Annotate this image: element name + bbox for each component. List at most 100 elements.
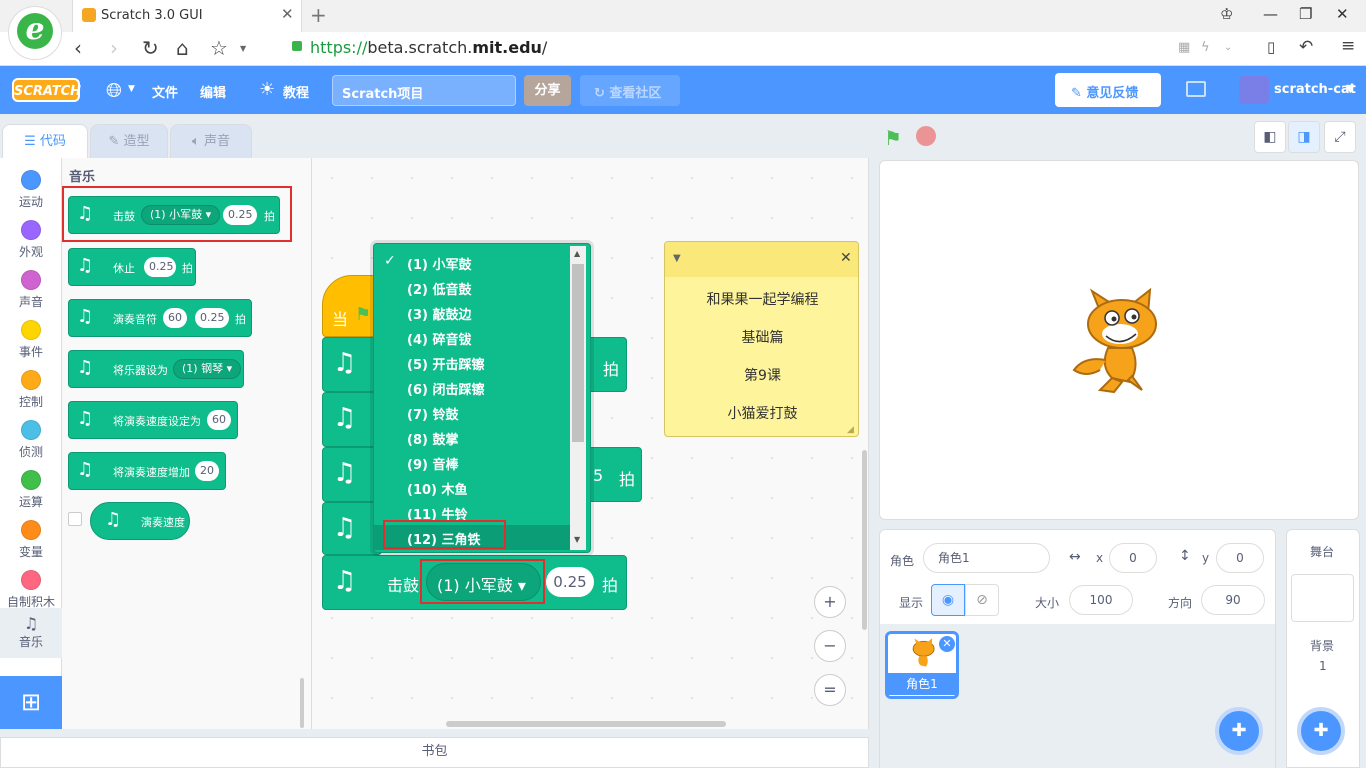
category-looks[interactable]: 外观 [0, 212, 62, 262]
add-sprite-button[interactable]: ✚ [1215, 707, 1263, 755]
close-window-icon[interactable]: ✕ [1336, 5, 1349, 23]
note-collapse-icon[interactable]: ▼ [673, 253, 681, 264]
beats-field[interactable]: 0.25 [546, 567, 594, 597]
scroll-down-icon[interactable]: ▼ [574, 535, 580, 544]
account-chevron-icon[interactable]: ▼ [1346, 82, 1354, 95]
language-chevron-icon[interactable]: ▼ [128, 84, 135, 94]
tempo-input[interactable]: 60 [207, 410, 231, 430]
workspace-horizontal-scrollbar[interactable] [446, 721, 726, 727]
instrument-dropdown[interactable]: (1) 钢琴 ▾ [173, 359, 242, 379]
shirt-icon[interactable]: ♔ [1220, 5, 1233, 23]
url-field[interactable] [282, 4, 1162, 30]
category-my-blocks[interactable]: 自制积木 [0, 562, 62, 612]
dropdown-item[interactable]: (4) 碎音钹 [374, 325, 570, 350]
dropdown-item[interactable]: (7) 铃鼓 [374, 400, 570, 425]
scroll-up-icon[interactable]: ▲ [574, 249, 580, 258]
workspace-vertical-scrollbar[interactable] [862, 450, 867, 630]
restore-icon[interactable]: ❐ [1299, 5, 1312, 23]
large-stage-button[interactable]: ◨ [1288, 121, 1320, 153]
hide-sprite-button[interactable]: ⊘ [965, 584, 999, 616]
menu-icon[interactable]: ≡ [1341, 36, 1355, 56]
tempo-change-input[interactable]: 20 [195, 461, 219, 481]
zoom-in-button[interactable]: + [814, 586, 846, 618]
y-field[interactable]: 0 [1216, 543, 1264, 573]
tab-costumes[interactable]: ✎ 造型 [90, 124, 168, 158]
rest-beats-input[interactable]: 0.25 [144, 257, 176, 277]
block-play-note[interactable]: ♫ 演奏音符 60 0.25 拍 [68, 299, 252, 337]
add-extension-button[interactable]: ⊞ [0, 676, 62, 729]
reload-icon[interactable]: ↻ [142, 36, 159, 60]
stop-button[interactable] [916, 126, 936, 146]
direction-field[interactable]: 90 [1201, 585, 1265, 615]
file-menu[interactable]: 文件 [152, 82, 178, 101]
category-variables[interactable]: 变量 [0, 512, 62, 562]
x-field[interactable]: 0 [1109, 543, 1157, 573]
scratch-cat-sprite[interactable] [1070, 286, 1170, 396]
stage-thumbnail[interactable] [1291, 574, 1354, 622]
backpack-bar[interactable]: 书包 [0, 737, 869, 768]
favorite-chevron-icon[interactable]: ▼ [240, 44, 246, 53]
note-beats-input[interactable]: 0.25 [195, 308, 229, 328]
tutorials-menu[interactable]: 教程 [283, 82, 309, 101]
note-input[interactable]: 60 [163, 308, 187, 328]
category-sound[interactable]: 声音 [0, 262, 62, 312]
undo-close-icon[interactable]: ↶ [1299, 37, 1313, 57]
my-stuff-folder-icon[interactable] [1186, 81, 1206, 97]
lightbulb-icon[interactable]: ☀ [259, 79, 275, 100]
favorite-star-icon[interactable]: ☆ [210, 36, 228, 60]
share-button[interactable]: 分享 [524, 75, 571, 106]
scratch-logo[interactable]: SCRATCH [12, 78, 81, 102]
tempo-checkbox[interactable] [68, 512, 82, 526]
username[interactable]: scratch-cat [1274, 82, 1356, 97]
small-stage-button[interactable]: ◧ [1254, 121, 1286, 153]
block-set-tempo[interactable]: ♫ 将演奏速度设定为 60 [68, 401, 238, 439]
user-avatar[interactable] [1239, 76, 1269, 104]
delete-sprite-icon[interactable]: ✕ [939, 636, 955, 652]
dropdown-item[interactable]: ✓ (1) 小军鼓 [374, 250, 570, 275]
dropdown-item[interactable]: (5) 开击踩镲 [374, 350, 570, 375]
edit-menu[interactable]: 编辑 [200, 82, 226, 101]
sprite-name-field[interactable]: 角色1 [923, 543, 1050, 573]
address-chevron-icon[interactable]: ⌄ [1224, 42, 1232, 53]
forward-icon[interactable]: › [110, 36, 118, 60]
category-sensing[interactable]: 侦测 [0, 412, 62, 462]
fullscreen-button[interactable]: ⤢ [1324, 121, 1356, 153]
block-tempo-reporter[interactable]: ♫ 演奏速度 [90, 502, 190, 540]
dropdown-item[interactable]: (3) 敲鼓边 [374, 300, 570, 325]
dropdown-item[interactable]: (2) 低音鼓 [374, 275, 570, 300]
dropdown-item[interactable]: (8) 鼓掌 [374, 425, 570, 450]
tab-code[interactable]: ☰ 代码 [2, 124, 88, 160]
dropdown-scroll-thumb[interactable] [572, 264, 584, 442]
green-flag-button[interactable]: ⚑ [884, 126, 902, 150]
globe-icon[interactable]: 🌐︎ [106, 78, 122, 102]
tab-sounds[interactable]: 🔈︎ 声音 [170, 124, 252, 158]
category-operators[interactable]: 运算 [0, 462, 62, 512]
feedback-button[interactable]: ✎ 意见反馈 [1055, 73, 1161, 107]
browser-tab[interactable]: Scratch 3.0 GUI ✕ [72, 0, 302, 32]
lightning-icon[interactable]: ϟ [1201, 40, 1210, 55]
stage-canvas[interactable] [879, 160, 1359, 520]
comment-note-header[interactable] [665, 242, 858, 277]
dropdown-item[interactable]: (10) 木鱼 [374, 475, 570, 500]
project-title-input[interactable]: Scratch项目 [332, 75, 516, 106]
dropdown-item[interactable]: (9) 音棒 [374, 450, 570, 475]
size-field[interactable]: 100 [1069, 585, 1133, 615]
category-motion[interactable]: 运动 [0, 162, 62, 212]
see-community-button[interactable]: ↻ 查看社区 [580, 75, 680, 106]
block-change-tempo[interactable]: ♫ 将演奏速度增加 20 [68, 452, 226, 490]
dropdown-item[interactable]: (6) 闭击踩镲 [374, 375, 570, 400]
url-text[interactable]: https://beta.scratch.mit.edu/ [310, 38, 547, 57]
note-close-icon[interactable]: ✕ [840, 250, 852, 266]
zoom-out-button[interactable]: − [814, 630, 846, 662]
block-set-instrument[interactable]: ♫ 将乐器设为 (1) 钢琴 ▾ [68, 350, 244, 388]
note-resize-icon[interactable]: ◢ [847, 425, 854, 435]
block-rest[interactable]: ♫ 休止 0.25 拍 [68, 248, 196, 286]
qr-code-icon[interactable]: ▦ [1178, 40, 1190, 55]
category-music[interactable]: ♫ 音乐 [0, 608, 62, 658]
add-backdrop-button[interactable]: ✚ [1297, 707, 1345, 755]
zoom-reset-button[interactable]: = [814, 674, 846, 706]
minimize-icon[interactable]: — [1263, 5, 1278, 23]
back-icon[interactable]: ‹ [74, 36, 82, 60]
reading-mode-icon[interactable]: ▯ [1267, 38, 1275, 56]
category-control[interactable]: 控制 [0, 362, 62, 412]
